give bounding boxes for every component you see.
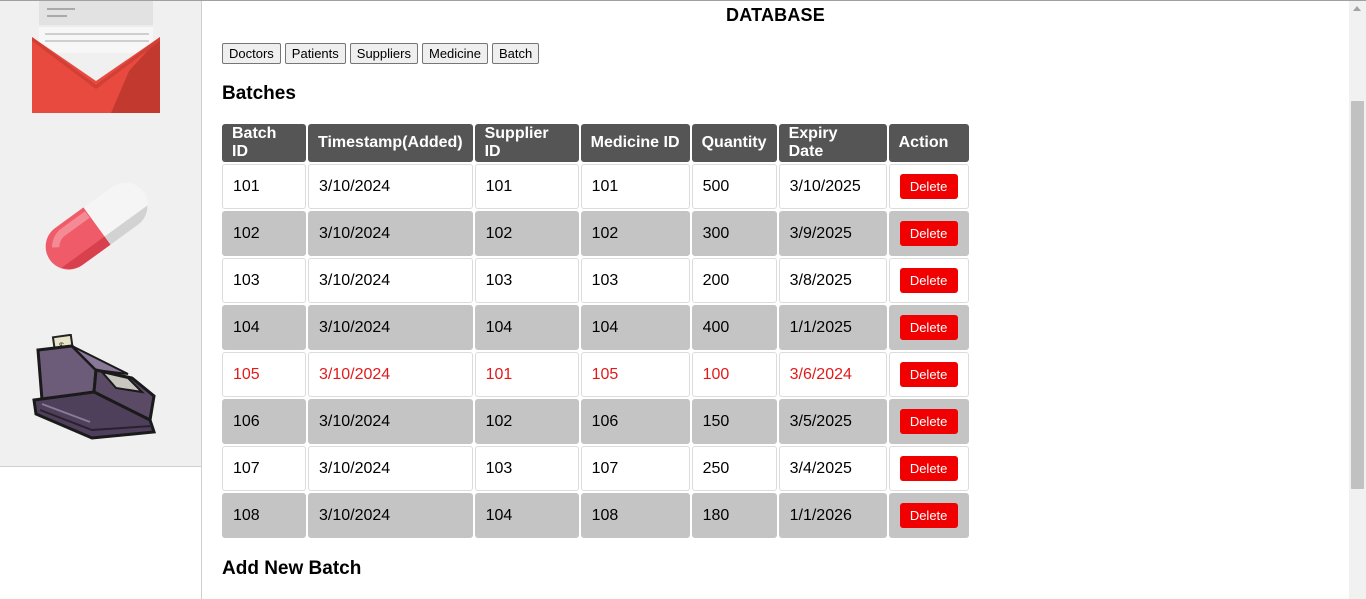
supplier-id-cell: 101: [474, 352, 579, 397]
table-row: 107 3/10/2024 103 107 250 3/4/2025 Delete: [222, 446, 969, 491]
delete-button[interactable]: Delete: [899, 456, 958, 481]
timestamp-cell: 3/10/2024: [308, 352, 473, 397]
doctors-button[interactable]: Doctors: [222, 43, 281, 64]
batch-id-cell: 105: [222, 352, 306, 397]
envelope-icon[interactable]: [31, 1, 163, 114]
medicine-button[interactable]: Medicine: [421, 43, 489, 64]
action-cell: Delete: [888, 211, 969, 256]
cash-register-icon[interactable]: $: [32, 334, 162, 442]
action-cell: Delete: [888, 164, 969, 209]
header-quantity: Quantity: [691, 124, 777, 162]
medicine-id-cell: 105: [580, 352, 690, 397]
supplier-id-cell: 102: [474, 211, 579, 256]
expiry-date-cell: 3/9/2025: [778, 211, 887, 256]
quantity-cell: 100: [691, 352, 777, 397]
quantity-cell: 400: [691, 305, 777, 350]
action-cell: Delete: [888, 399, 969, 444]
expiry-date-cell: 3/4/2025: [778, 446, 887, 491]
medicine-id-cell: 103: [580, 258, 690, 303]
expiry-date-cell: 3/6/2024: [778, 352, 887, 397]
table-row: 108 3/10/2024 104 108 180 1/1/2026 Delete: [222, 493, 969, 538]
delete-button[interactable]: Delete: [899, 174, 958, 199]
delete-button[interactable]: Delete: [899, 409, 958, 434]
quantity-cell: 300: [691, 211, 777, 256]
delete-button[interactable]: Delete: [899, 221, 958, 246]
supplier-id-cell: 101: [474, 164, 579, 209]
expiry-date-cell: 3/5/2025: [778, 399, 887, 444]
table-row: 104 3/10/2024 104 104 400 1/1/2025 Delete: [222, 305, 969, 350]
timestamp-cell: 3/10/2024: [308, 493, 473, 538]
action-cell: Delete: [888, 493, 969, 538]
batch-id-cell: 106: [222, 399, 306, 444]
sidebar: $: [0, 1, 202, 467]
quantity-cell: 500: [691, 164, 777, 209]
batch-id-cell: 108: [222, 493, 306, 538]
supplier-id-cell: 102: [474, 399, 579, 444]
pill-icon[interactable]: [36, 177, 158, 275]
scroll-up-arrow-icon[interactable]: [1353, 6, 1361, 11]
batch-id-cell: 107: [222, 446, 306, 491]
batch-id-cell: 101: [222, 164, 306, 209]
action-cell: Delete: [888, 305, 969, 350]
timestamp-cell: 3/10/2024: [308, 305, 473, 350]
expiry-date-cell: 3/8/2025: [778, 258, 887, 303]
timestamp-cell: 3/10/2024: [308, 399, 473, 444]
patients-button[interactable]: Patients: [284, 43, 346, 64]
timestamp-cell: 3/10/2024: [308, 164, 473, 209]
batch-button[interactable]: Batch: [492, 43, 540, 64]
scrollbar-thumb[interactable]: [1351, 101, 1364, 489]
table-row: 102 3/10/2024 102 102 300 3/9/2025 Delete: [222, 211, 969, 256]
timestamp-cell: 3/10/2024: [308, 446, 473, 491]
delete-button[interactable]: Delete: [899, 503, 958, 528]
timestamp-cell: 3/10/2024: [308, 258, 473, 303]
quantity-cell: 200: [691, 258, 777, 303]
batches-table: Batch ID Timestamp(Added) Supplier ID Me…: [220, 122, 971, 540]
supplier-id-cell: 103: [474, 446, 579, 491]
table-body: 101 3/10/2024 101 101 500 3/10/2025 Delete 102 3…: [222, 164, 969, 538]
section-title: Batches: [222, 83, 296, 104]
action-cell: Delete: [888, 258, 969, 303]
medicine-id-cell: 107: [580, 446, 690, 491]
page-title: DATABASE: [726, 5, 825, 25]
main-content: DATABASE Doctors Patients Suppliers Medi…: [202, 1, 1349, 599]
batch-id-cell: 103: [222, 258, 306, 303]
medicine-id-cell: 104: [580, 305, 690, 350]
table-row: 105 3/10/2024 101 105 100 3/6/2024 Delete: [222, 352, 969, 397]
action-cell: Delete: [888, 352, 969, 397]
expiry-date-cell: 1/1/2026: [778, 493, 887, 538]
table-header-row: Batch ID Timestamp(Added) Supplier ID Me…: [222, 124, 969, 162]
medicine-id-cell: 106: [580, 399, 690, 444]
quantity-cell: 150: [691, 399, 777, 444]
table-row: 103 3/10/2024 103 103 200 3/8/2025 Delete: [222, 258, 969, 303]
supplier-id-cell: 104: [474, 493, 579, 538]
quantity-cell: 180: [691, 493, 777, 538]
header-action: Action: [888, 124, 969, 162]
delete-button[interactable]: Delete: [899, 268, 958, 293]
medicine-id-cell: 101: [580, 164, 690, 209]
suppliers-button[interactable]: Suppliers: [349, 43, 418, 64]
batch-id-cell: 102: [222, 211, 306, 256]
nav-buttons: Doctors Patients Suppliers Medicine Batc…: [222, 43, 540, 64]
quantity-cell: 250: [691, 446, 777, 491]
add-batch-title: Add New Batch: [222, 558, 362, 579]
header-batch-id: Batch ID: [222, 124, 306, 162]
timestamp-cell: 3/10/2024: [308, 211, 473, 256]
table-row: 101 3/10/2024 101 101 500 3/10/2025 Delete: [222, 164, 969, 209]
action-cell: Delete: [888, 446, 969, 491]
delete-button[interactable]: Delete: [899, 315, 958, 340]
expiry-date-cell: 1/1/2025: [778, 305, 887, 350]
header-expiry-date: Expiry Date: [778, 124, 887, 162]
table-row: 106 3/10/2024 102 106 150 3/5/2025 Delete: [222, 399, 969, 444]
expiry-date-cell: 3/10/2025: [778, 164, 887, 209]
header-medicine-id: Medicine ID: [580, 124, 690, 162]
supplier-id-cell: 103: [474, 258, 579, 303]
header-timestamp: Timestamp(Added): [308, 124, 473, 162]
header-supplier-id: Supplier ID: [474, 124, 579, 162]
batch-id-cell: 104: [222, 305, 306, 350]
medicine-id-cell: 108: [580, 493, 690, 538]
delete-button[interactable]: Delete: [899, 362, 958, 387]
supplier-id-cell: 104: [474, 305, 579, 350]
medicine-id-cell: 102: [580, 211, 690, 256]
